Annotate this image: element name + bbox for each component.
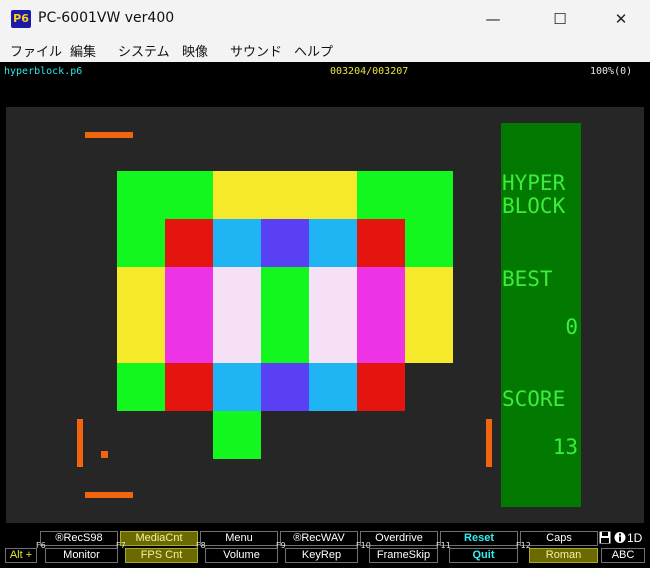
block xyxy=(309,171,357,219)
key-reset[interactable]: Reset xyxy=(440,531,518,546)
floppy-icon xyxy=(599,531,611,544)
block xyxy=(405,267,453,315)
key-recwav[interactable]: ®RecWAV xyxy=(280,531,358,546)
status-line: hyperblock.p6 003204/003207 100%(0) xyxy=(0,62,650,81)
block xyxy=(165,315,213,363)
status-speed: 100%(0) xyxy=(590,66,633,77)
block xyxy=(165,363,213,411)
block xyxy=(165,171,213,219)
block xyxy=(357,219,405,267)
menu-help[interactable]: ヘルプ xyxy=(294,41,333,60)
block xyxy=(261,363,309,411)
menu-system[interactable]: システム xyxy=(118,41,170,60)
menu-bar: ファイル 編集 システム 映像 サウンド ヘルプ xyxy=(0,38,650,62)
block xyxy=(357,171,405,219)
paddle-top xyxy=(85,132,133,138)
block xyxy=(309,315,357,363)
ball xyxy=(101,451,108,458)
key-abc[interactable]: ABC xyxy=(601,548,645,563)
key-volume[interactable]: Volume xyxy=(205,548,278,563)
key-menu[interactable]: Menu xyxy=(200,531,278,546)
block xyxy=(261,171,309,219)
block xyxy=(213,171,261,219)
block xyxy=(357,363,405,411)
block xyxy=(213,363,261,411)
status-counter: 003204/003207 xyxy=(330,66,409,77)
key-quit[interactable]: Quit xyxy=(449,548,518,563)
block xyxy=(405,219,453,267)
block xyxy=(165,267,213,315)
block xyxy=(261,315,309,363)
maximize-button[interactable]: ☐ xyxy=(537,0,583,38)
block xyxy=(213,219,261,267)
fkey-f6-label: F6 xyxy=(36,541,46,550)
score-label: SCORE xyxy=(502,387,566,411)
key-mediacnt[interactable]: MediaCnt xyxy=(120,531,198,546)
best-value: 0 xyxy=(565,315,578,339)
menu-video[interactable]: 映像 xyxy=(182,41,208,60)
key-monitor[interactable]: Monitor xyxy=(45,548,118,563)
fkey-f8-label: F8 xyxy=(196,541,206,550)
key-alt[interactable]: Alt + xyxy=(5,548,37,563)
block xyxy=(309,219,357,267)
drive-indicator: 1D xyxy=(627,531,643,545)
info-icon xyxy=(614,532,626,543)
block xyxy=(261,219,309,267)
block xyxy=(117,363,165,411)
fkey-f7-label: F7 xyxy=(116,541,126,550)
fkey-f12-label: F12 xyxy=(516,541,531,550)
block xyxy=(213,411,261,459)
key-fps-cnt[interactable]: FPS Cnt xyxy=(125,548,198,563)
best-label: BEST xyxy=(502,267,553,291)
block xyxy=(309,363,357,411)
status-filename: hyperblock.p6 xyxy=(4,66,83,77)
panel-title-line2: BLOCK xyxy=(502,194,566,218)
minimize-button[interactable]: — xyxy=(470,0,516,38)
block xyxy=(357,315,405,363)
block xyxy=(405,171,453,219)
fkey-f11-label: F11 xyxy=(436,541,451,550)
block xyxy=(117,315,165,363)
fkey-f10-label: F10 xyxy=(356,541,371,550)
menu-file[interactable]: ファイル xyxy=(10,41,62,60)
menu-sound[interactable]: サウンド xyxy=(230,41,282,60)
key-overdrive[interactable]: Overdrive xyxy=(360,531,438,546)
paddle-bottom xyxy=(85,492,133,498)
block xyxy=(213,267,261,315)
block xyxy=(309,267,357,315)
score-value: 13 xyxy=(552,435,578,459)
menu-edit[interactable]: 編集 xyxy=(70,41,96,60)
block xyxy=(117,267,165,315)
block xyxy=(261,267,309,315)
block xyxy=(357,267,405,315)
title-bar: P6 PC-6001VW ver400 — ☐ ✕ xyxy=(0,0,650,38)
key-recs98[interactable]: ®RecS98 xyxy=(40,531,118,546)
block xyxy=(405,315,453,363)
paddle-right xyxy=(486,419,492,467)
block xyxy=(165,219,213,267)
close-button[interactable]: ✕ xyxy=(598,0,644,38)
key-roman[interactable]: Roman xyxy=(529,548,598,563)
window-title: PC-6001VW ver400 xyxy=(38,10,175,26)
fkey-f9-label: F9 xyxy=(276,541,286,550)
block xyxy=(117,171,165,219)
score-panel: HYPER BLOCK BEST 0 SCORE 13 xyxy=(501,123,581,507)
key-keyrep[interactable]: KeyRep xyxy=(285,548,358,563)
paddle-left xyxy=(77,419,83,467)
block xyxy=(117,219,165,267)
app-icon: P6 xyxy=(11,10,31,28)
key-caps[interactable]: Caps xyxy=(520,531,598,546)
key-frameskip[interactable]: FrameSkip xyxy=(369,548,438,563)
block xyxy=(213,315,261,363)
panel-title-line1: HYPER xyxy=(502,171,566,195)
